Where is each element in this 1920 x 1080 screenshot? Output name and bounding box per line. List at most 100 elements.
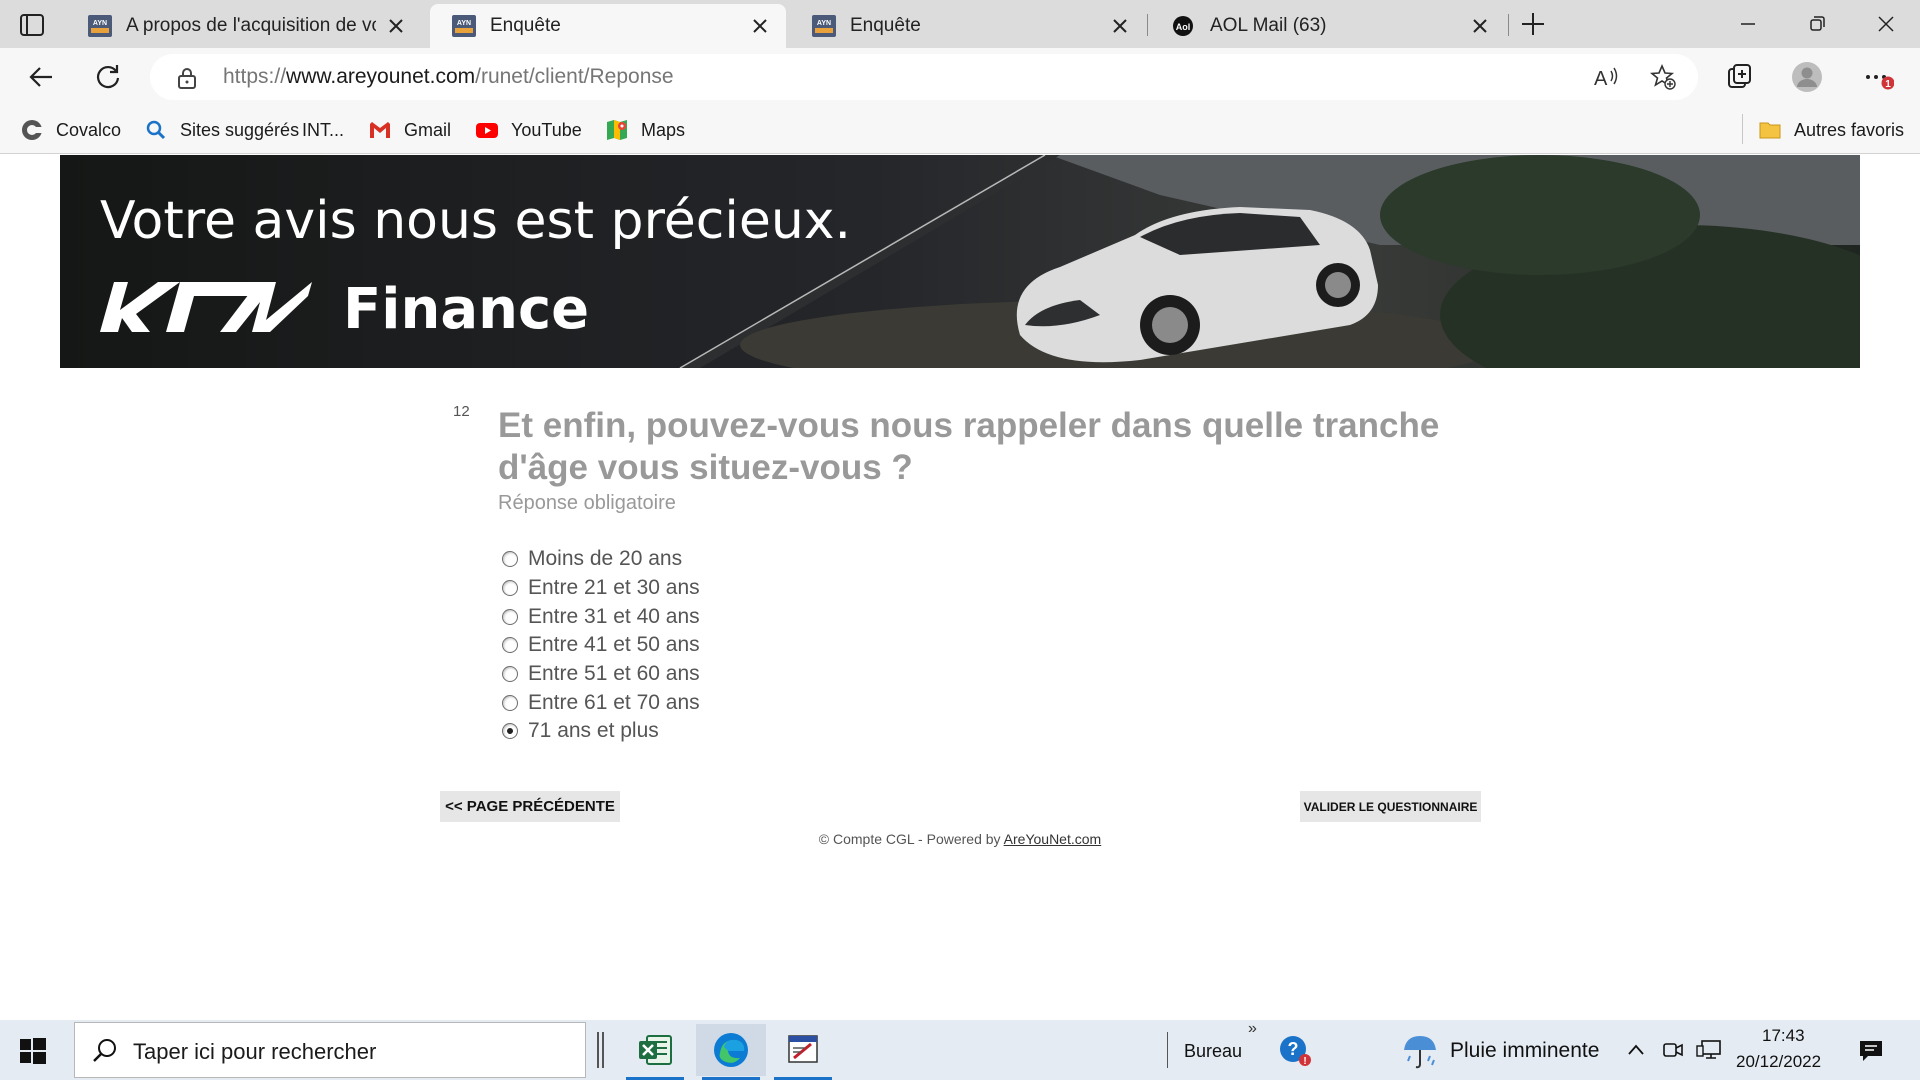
bookmark-label: Gmail (404, 119, 452, 140)
tab-enquete[interactable]: AYN Enquête (790, 4, 1146, 48)
radio-button[interactable] (502, 666, 518, 683)
option-21-30[interactable]: Entre 21 et 30 ans (502, 574, 700, 603)
svg-text:AYN: AYN (817, 20, 831, 27)
app-icon (788, 1035, 818, 1063)
tab-enquete-active[interactable]: AYN Enquête (430, 4, 786, 48)
bookmark-sites-suggeres[interactable]: Sites suggérés (144, 116, 299, 144)
submit-survey-button[interactable]: VALIDER LE QUESTIONNAIRE (1300, 791, 1481, 822)
clock-date[interactable]: 20/12/2022 (1736, 1052, 1821, 1072)
gmail-icon (370, 122, 390, 138)
tab-acquisition[interactable]: AYN A propos de l'acquisition de votr (66, 4, 422, 48)
edge-icon (714, 1033, 748, 1067)
answer-options: Moins de 20 ans Entre 21 et 30 ans Entre… (502, 545, 700, 746)
youtube-icon (476, 123, 498, 138)
option-61-70[interactable]: Entre 61 et 70 ans (502, 688, 700, 717)
page-footer: © Compte CGL - Powered by AreYouNet.com (0, 831, 1920, 847)
lock-icon[interactable] (176, 66, 198, 90)
ayn-icon: AYN (812, 15, 836, 37)
chevron-right-icon[interactable]: » (1248, 1020, 1257, 1038)
weather-text[interactable]: Pluie imminente (1450, 1039, 1599, 1063)
tab-title: Enquête (490, 15, 561, 36)
more-options-icon[interactable]: 1 (1862, 61, 1894, 93)
bookmark-label: YouTube (511, 119, 582, 140)
maps-icon (607, 120, 627, 140)
chevron-up-icon[interactable] (1626, 1040, 1646, 1060)
help-icon[interactable]: ?! (1278, 1034, 1314, 1068)
option-label[interactable]: Entre 21 et 30 ans (528, 576, 700, 600)
radio-button[interactable] (502, 608, 518, 625)
question-title: Et enfin, pouvez-vous nous rappeler dans… (498, 406, 1440, 487)
back-icon[interactable] (26, 61, 58, 93)
url-text[interactable]: https://www.areyounet.com/runet/client/R… (223, 65, 674, 89)
bookmark-youtube[interactable]: YouTube (475, 116, 582, 144)
close-window-icon[interactable] (1872, 10, 1900, 38)
close-icon[interactable] (1110, 16, 1130, 36)
profile-avatar-icon[interactable] (1791, 61, 1823, 93)
bookmark-gmail[interactable]: Gmail (368, 116, 451, 144)
taskbar-search[interactable]: Taper ici pour rechercher (74, 1022, 586, 1078)
collections-icon[interactable] (1724, 61, 1756, 93)
bookmark-maps[interactable]: Maps (605, 116, 685, 144)
bureau-toolbar[interactable]: Bureau (1184, 1041, 1242, 1062)
option-label[interactable]: Entre 61 et 70 ans (528, 691, 700, 715)
svg-text:?: ? (1288, 1039, 1299, 1059)
clock-time[interactable]: 17:43 (1762, 1026, 1805, 1046)
option-71-plus[interactable]: 71 ans et plus (502, 717, 700, 746)
restore-icon[interactable] (1803, 10, 1831, 38)
option-41-50[interactable]: Entre 41 et 50 ans (502, 631, 700, 660)
url-path: /runet/client/Reponse (475, 65, 674, 88)
meet-now-icon[interactable] (1662, 1038, 1684, 1062)
radio-button-selected[interactable] (502, 723, 518, 740)
tab-actions-icon[interactable] (18, 12, 50, 38)
close-icon[interactable] (750, 16, 770, 36)
add-favorite-icon[interactable] (1649, 63, 1677, 91)
read-aloud-icon[interactable]: A (1592, 63, 1620, 91)
toolbar-separator (1167, 1032, 1168, 1068)
refresh-icon[interactable] (92, 61, 124, 93)
radio-button[interactable] (502, 694, 518, 711)
tab-separator (1508, 14, 1509, 36)
option-label[interactable]: Entre 31 et 40 ans (528, 605, 700, 629)
close-icon[interactable] (1470, 16, 1490, 36)
option-moins-20[interactable]: Moins de 20 ans (502, 545, 700, 574)
bookmark-label: Autres favoris (1794, 119, 1905, 140)
weather-rain-icon[interactable] (1400, 1032, 1440, 1070)
tab-aol-mail[interactable]: Aol AOL Mail (63) (1150, 4, 1506, 48)
tab-separator (1147, 14, 1148, 36)
option-31-40[interactable]: Entre 31 et 40 ans (502, 602, 700, 631)
favorites-divider (1742, 114, 1743, 144)
bookmark-int[interactable]: INT... (302, 116, 344, 144)
bookmark-autres-favoris[interactable]: Autres favoris (1758, 116, 1904, 144)
footer-text: © Compte CGL - Powered by (818, 831, 1004, 847)
search-icon (93, 1039, 116, 1062)
option-label[interactable]: 71 ans et plus (528, 719, 659, 743)
search-placeholder: Taper ici pour rechercher (133, 1039, 377, 1064)
excel-app[interactable] (620, 1024, 690, 1080)
address-bar[interactable]: https://www.areyounet.com/runet/client/R… (150, 54, 1698, 100)
banner-brand: Finance (343, 277, 590, 342)
new-tab-icon[interactable] (1519, 10, 1547, 38)
radio-button[interactable] (502, 551, 518, 568)
option-label[interactable]: Entre 41 et 50 ans (528, 633, 700, 657)
edge-app[interactable] (696, 1024, 766, 1080)
option-label[interactable]: Entre 51 et 60 ans (528, 662, 700, 686)
minimize-icon[interactable] (1734, 10, 1762, 38)
previous-page-button[interactable]: << PAGE PRÉCÉDENTE (440, 791, 620, 822)
option-label[interactable]: Moins de 20 ans (528, 547, 682, 571)
tab-title: A propos de l'acquisition de votr (126, 15, 376, 36)
banner-headline: Votre avis nous est précieux. (100, 191, 852, 251)
footer-link[interactable]: AreYouNet.com (1004, 831, 1102, 847)
option-51-60[interactable]: Entre 51 et 60 ans (502, 660, 700, 689)
kia-logo (100, 282, 312, 332)
notifications-icon[interactable] (1858, 1038, 1884, 1064)
network-icon[interactable] (1696, 1038, 1722, 1062)
url-host: www.areyounet.com (286, 65, 476, 88)
radio-button[interactable] (502, 580, 518, 597)
radio-button[interactable] (502, 637, 518, 654)
svg-text:A: A (1594, 68, 1608, 90)
excel-icon (639, 1035, 672, 1065)
bookmark-covalco[interactable]: Covalco (20, 116, 121, 144)
app-window[interactable] (768, 1024, 838, 1080)
close-icon[interactable] (386, 16, 406, 36)
windows-start-icon[interactable] (20, 1038, 46, 1064)
